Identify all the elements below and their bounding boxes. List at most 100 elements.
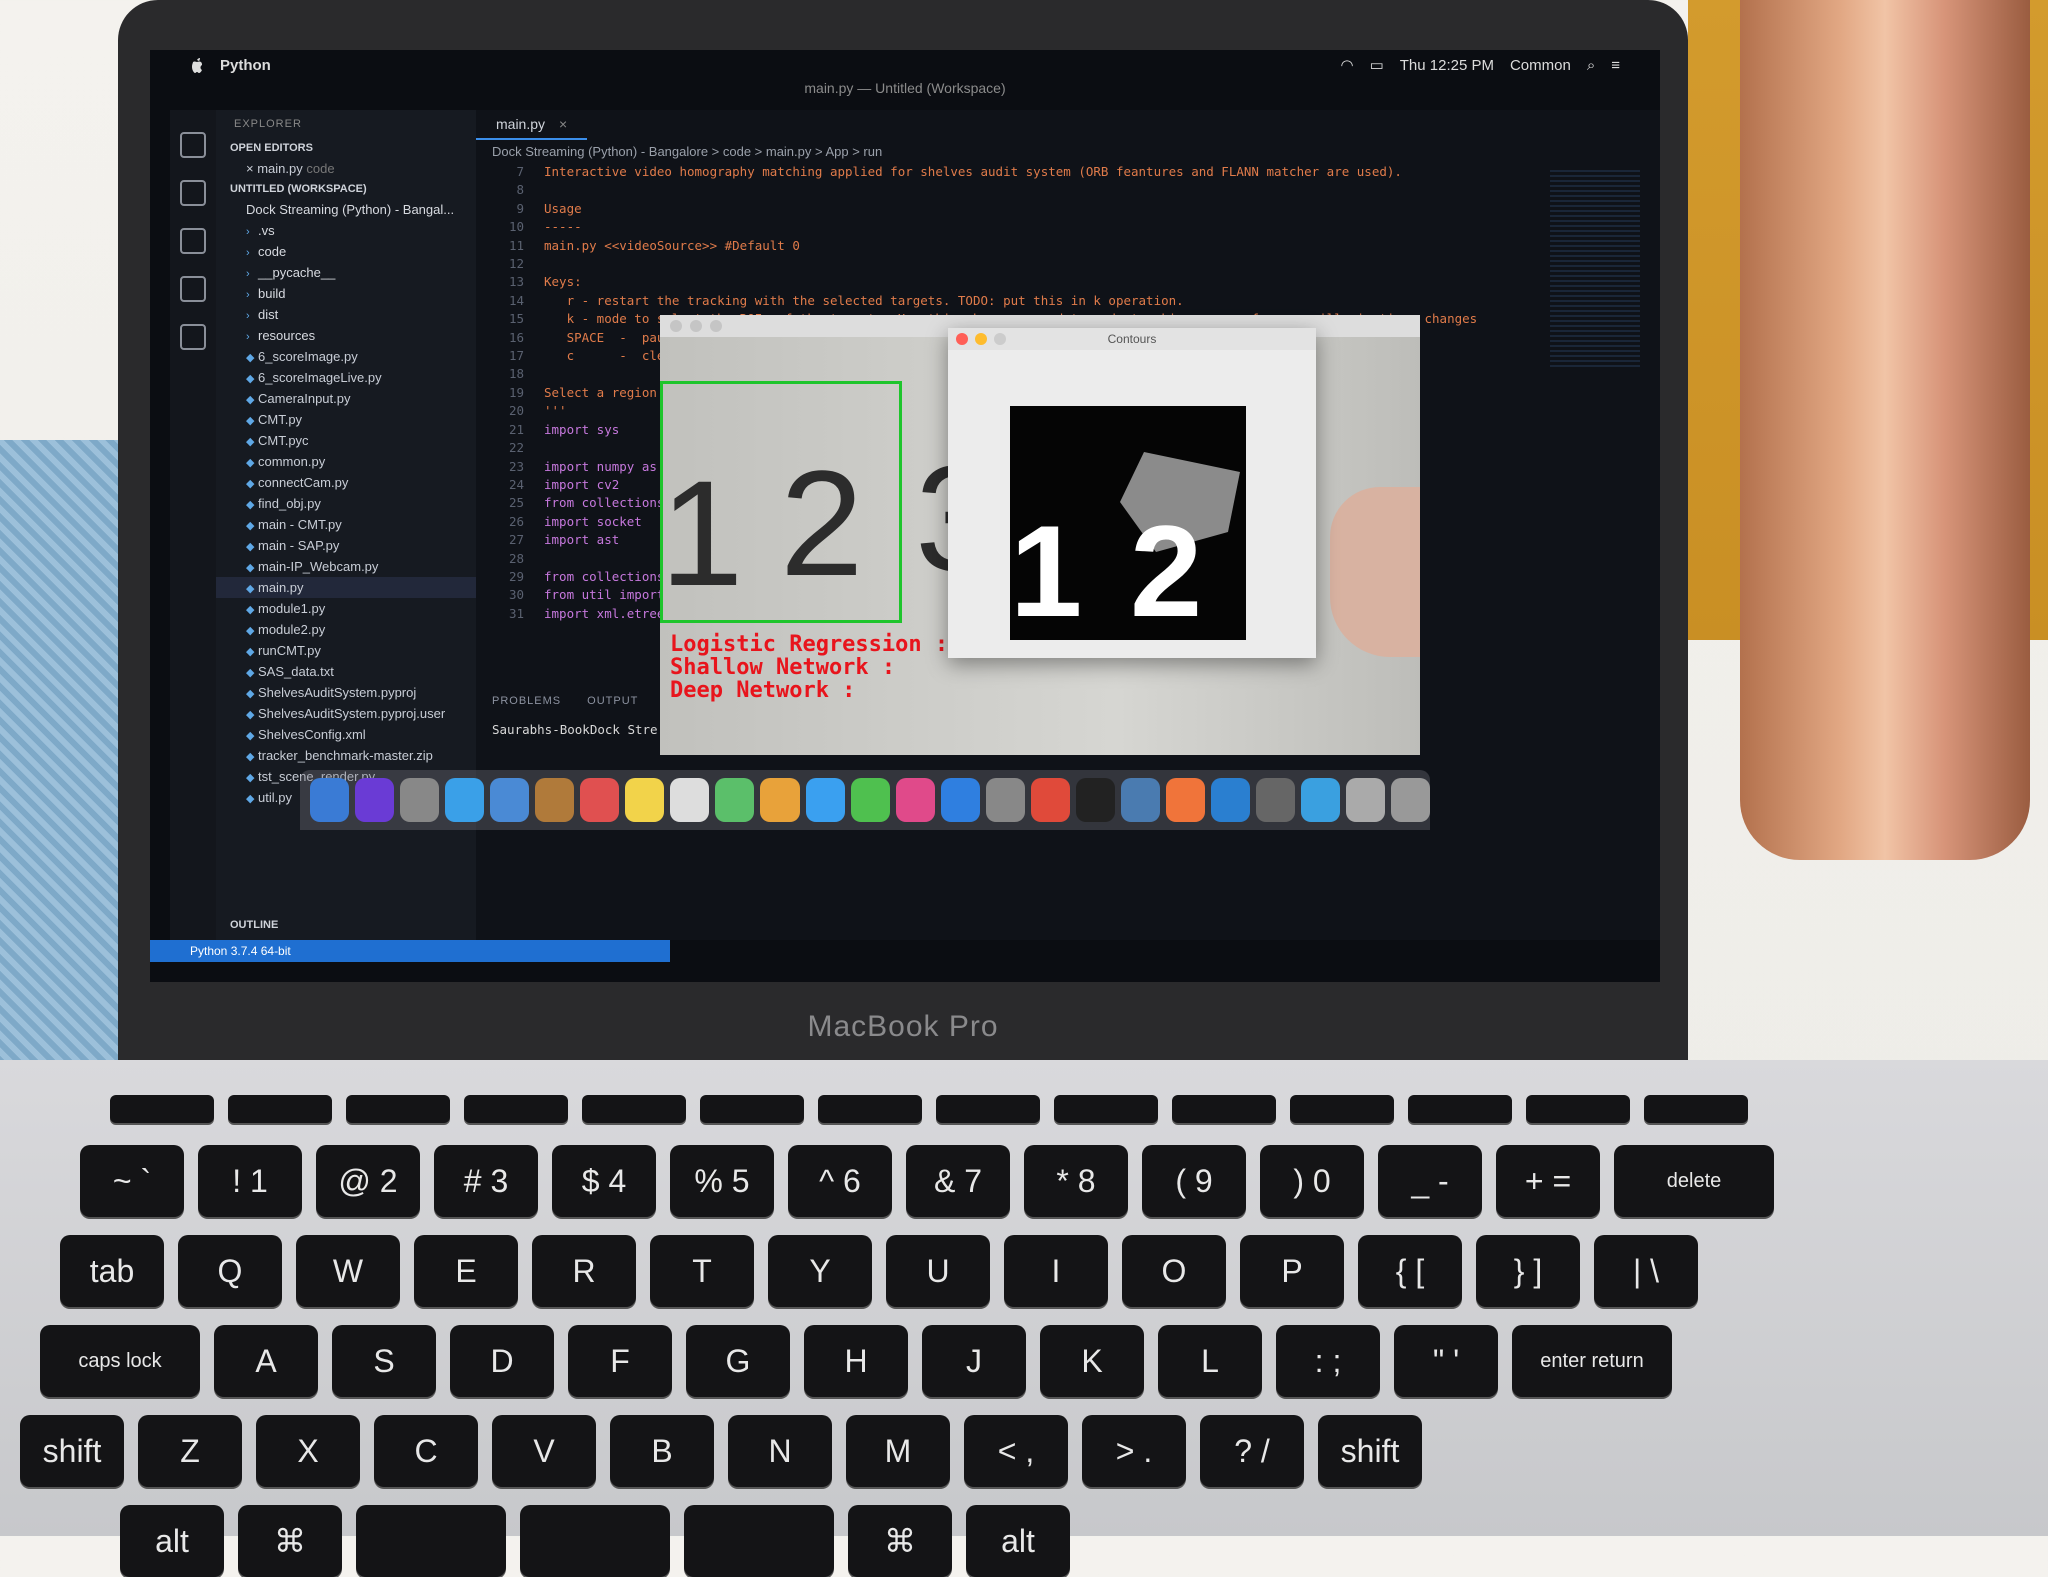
file-tree-item[interactable]: › dist	[216, 304, 476, 325]
keyboard-key[interactable]: N	[728, 1415, 832, 1487]
workspace-section[interactable]: UNTITLED (WORKSPACE)	[216, 179, 476, 199]
function-key[interactable]	[346, 1095, 450, 1123]
close-icon[interactable]: ×	[559, 116, 567, 132]
keyboard-key[interactable]: M	[846, 1415, 950, 1487]
keyboard-key[interactable]: # 3	[434, 1145, 538, 1217]
file-tree-item[interactable]: › .vs	[216, 220, 476, 241]
user-name[interactable]: Common	[1510, 57, 1571, 74]
chrome-icon[interactable]	[1030, 778, 1070, 822]
keyboard-key[interactable]: shift	[20, 1415, 124, 1487]
keyboard-key[interactable]: J	[922, 1325, 1026, 1397]
file-tree-item[interactable]: ◆ main.py	[216, 577, 476, 598]
function-key[interactable]	[1054, 1095, 1158, 1123]
keyboard-key[interactable]: I	[1004, 1235, 1108, 1307]
keyboard-key[interactable]: T	[650, 1235, 754, 1307]
folder-icon[interactable]	[1301, 778, 1341, 822]
function-key[interactable]	[1290, 1095, 1394, 1123]
preferences-icon[interactable]	[985, 778, 1025, 822]
keyboard-key[interactable]: % 5	[670, 1145, 774, 1217]
keyboard-key[interactable]: O	[1122, 1235, 1226, 1307]
file-tree-item[interactable]: ◆ find_obj.py	[216, 493, 476, 514]
keyboard-key[interactable]: K	[1040, 1325, 1144, 1397]
mail-icon[interactable]	[490, 778, 530, 822]
terminal-icon[interactable]	[1075, 778, 1115, 822]
open-editor-item[interactable]: × main.py code	[216, 158, 476, 179]
keyboard-key[interactable]: ( 9	[1142, 1145, 1246, 1217]
keyboard-key[interactable]: " '	[1394, 1325, 1498, 1397]
terminal-line[interactable]: Saurabhs-BookDock Stre	[492, 722, 658, 737]
minimize-button[interactable]	[690, 320, 702, 332]
keyboard-key[interactable]: & 7	[906, 1145, 1010, 1217]
keyboard-key[interactable]: W	[296, 1235, 400, 1307]
file-tree-item[interactable]: ◆ 6_scoreImage.py	[216, 346, 476, 367]
clock[interactable]: Thu 12:25 PM	[1400, 57, 1494, 74]
keyboard-key[interactable]: Z	[138, 1415, 242, 1487]
file-tree-item[interactable]: ◆ common.py	[216, 451, 476, 472]
keyboard-key[interactable]: X	[256, 1415, 360, 1487]
file-tree-item[interactable]: ◆ CameraInput.py	[216, 388, 476, 409]
keyboard-key[interactable]: $ 4	[552, 1145, 656, 1217]
keyboard-key[interactable]: + =	[1496, 1145, 1600, 1217]
keyboard-key[interactable]: V	[492, 1415, 596, 1487]
launchpad-icon[interactable]	[400, 778, 440, 822]
explorer-icon[interactable]	[180, 132, 206, 158]
vscode-icon[interactable]	[1210, 778, 1250, 822]
keyboard-key[interactable]: D	[450, 1325, 554, 1397]
keyboard-key[interactable]	[520, 1505, 670, 1577]
search-icon[interactable]	[180, 180, 206, 206]
function-key[interactable]	[110, 1095, 214, 1123]
file-tree-item[interactable]: › code	[216, 241, 476, 262]
reminders-icon[interactable]	[670, 778, 710, 822]
function-key[interactable]	[464, 1095, 568, 1123]
zoom-button[interactable]	[710, 320, 722, 332]
keyboard-key[interactable]: C	[374, 1415, 478, 1487]
keyboard-key[interactable]: | \	[1594, 1235, 1698, 1307]
keyboard-key[interactable]: @ 2	[316, 1145, 420, 1217]
file-tree-item[interactable]: › __pycache__	[216, 262, 476, 283]
swift-icon[interactable]	[1165, 778, 1205, 822]
keyboard-key[interactable]: S	[332, 1325, 436, 1397]
keyboard-key[interactable]: B	[610, 1415, 714, 1487]
keyboard-key[interactable]: Q	[178, 1235, 282, 1307]
app-menu-title[interactable]: Python	[220, 57, 271, 74]
file-tree-item[interactable]: ◆ runCMT.py	[216, 640, 476, 661]
keyboard-key[interactable]: shift	[1318, 1415, 1422, 1487]
keyboard-key[interactable]: R	[532, 1235, 636, 1307]
file-tree-item[interactable]: ◆ connectCam.py	[216, 472, 476, 493]
file-tree-item[interactable]: ◆ main - SAP.py	[216, 535, 476, 556]
keyboard-key[interactable]: L	[1158, 1325, 1262, 1397]
menu-list-icon[interactable]: ≡	[1611, 57, 1620, 74]
keyboard-key[interactable]: U	[886, 1235, 990, 1307]
function-key[interactable]	[582, 1095, 686, 1123]
file-tree-item[interactable]: ◆ module1.py	[216, 598, 476, 619]
function-key[interactable]	[1526, 1095, 1630, 1123]
function-key[interactable]	[818, 1095, 922, 1123]
appstore-icon[interactable]	[940, 778, 980, 822]
keyboard-key[interactable]: enter return	[1512, 1325, 1672, 1397]
battery-icon[interactable]: ▭	[1370, 56, 1384, 74]
file-tree-item[interactable]: › build	[216, 283, 476, 304]
keyboard-key[interactable]: Y	[768, 1235, 872, 1307]
file-tree-item[interactable]: ◆ ShelvesAuditSystem.pyproj	[216, 682, 476, 703]
panel-tab[interactable]: OUTPUT	[587, 695, 638, 707]
keyboard-key[interactable]: ! 1	[198, 1145, 302, 1217]
keyboard-key[interactable]: P	[1240, 1235, 1344, 1307]
function-key[interactable]	[936, 1095, 1040, 1123]
calendar-icon[interactable]	[580, 778, 620, 822]
pencil-icon[interactable]	[1255, 778, 1296, 822]
keyboard-key[interactable]: _ -	[1378, 1145, 1482, 1217]
keyboard-key[interactable]	[684, 1505, 834, 1577]
keyboard-key[interactable]: H	[804, 1325, 908, 1397]
siri-icon[interactable]	[355, 778, 395, 822]
extensions-icon[interactable]	[180, 324, 206, 350]
file-tree-item[interactable]: ◆ SAS_data.txt	[216, 661, 476, 682]
finder-icon[interactable]	[310, 778, 350, 822]
safari-icon[interactable]	[445, 778, 485, 822]
keyboard-key[interactable]: * 8	[1024, 1145, 1128, 1217]
keyboard-key[interactable]: tab	[60, 1235, 164, 1307]
notes-icon[interactable]	[625, 778, 665, 822]
function-key[interactable]	[1644, 1095, 1748, 1123]
file-tree-item[interactable]: ◆ ShelvesConfig.xml	[216, 724, 476, 745]
function-key[interactable]	[700, 1095, 804, 1123]
status-bar[interactable]: Python 3.7.4 64-bit	[150, 940, 670, 962]
